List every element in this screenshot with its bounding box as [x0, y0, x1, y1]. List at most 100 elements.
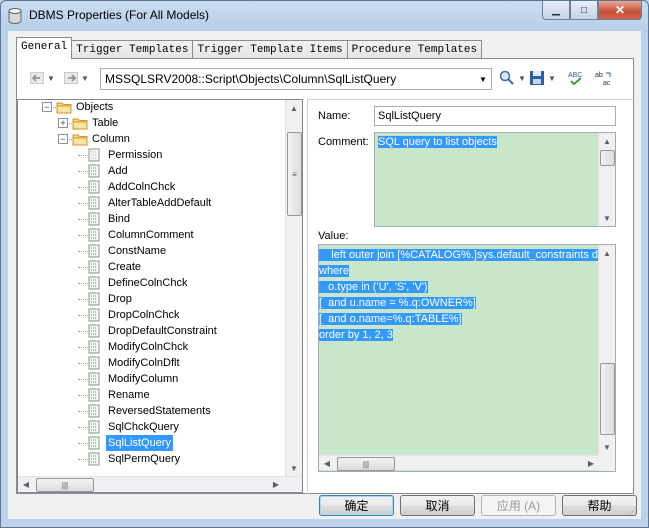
name-field[interactable]: SqlListQuery: [374, 106, 616, 126]
tree-vertical-scrollbar[interactable]: ▲ ≡ ▼: [285, 100, 302, 476]
tree-item-node[interactable]: Bind: [18, 211, 286, 227]
save-dropdown-icon[interactable]: ▼: [548, 74, 556, 83]
scroll-right-icon[interactable]: ▶: [583, 456, 599, 470]
scroll-up-icon[interactable]: ▲: [599, 245, 615, 261]
tree-item-node[interactable]: ColumnComment: [18, 227, 286, 243]
scroll-down-icon[interactable]: ▼: [599, 210, 615, 226]
close-icon: ✕: [614, 3, 626, 17]
tree-horizontal-scrollbar[interactable]: ◀ ||| ▶: [18, 476, 302, 492]
scroll-right-icon[interactable]: ▶: [268, 477, 284, 491]
tree-connector-line: [78, 267, 88, 268]
tree-scroll-thumb[interactable]: ≡: [287, 132, 302, 216]
scroll-left-icon[interactable]: ◀: [18, 477, 34, 491]
tree-node-label: ReversedStatements: [108, 405, 211, 417]
tree-item-node[interactable]: SqlPermQuery: [18, 451, 286, 467]
expand-icon[interactable]: +: [58, 118, 68, 128]
comment-scrollbar[interactable]: ▲ ▼: [598, 133, 615, 226]
tree-item-node[interactable]: ModifyColnDflt: [18, 355, 286, 371]
tree-folder-node[interactable]: − Column: [18, 131, 286, 147]
tree-node-label: DefineColnChck: [108, 277, 188, 289]
comment-scroll-thumb[interactable]: [600, 150, 615, 166]
tree-item-node[interactable]: SqlListQuery: [18, 435, 286, 451]
tree-item-node[interactable]: Rename: [18, 387, 286, 403]
tree-connector-line: [78, 395, 88, 396]
object-tree[interactable]: − Objects + Table − Column Permission Add AddCol…: [17, 99, 303, 493]
tree-item-node[interactable]: ReversedStatements: [18, 403, 286, 419]
value-hscroll-thumb[interactable]: |||: [337, 457, 395, 471]
find-dropdown-icon[interactable]: ▼: [518, 74, 526, 83]
save-icon[interactable]: [529, 70, 545, 86]
collapse-icon[interactable]: −: [58, 134, 68, 144]
tree-hscroll-thumb[interactable]: |||: [36, 478, 94, 492]
tab-procedure-templates[interactable]: Procedure Templates: [346, 40, 483, 59]
forward-arrow-icon[interactable]: [63, 70, 79, 86]
collapse-icon[interactable]: −: [42, 102, 52, 112]
text-template-icon: [88, 180, 100, 194]
tree-node-label: ConstName: [108, 245, 167, 257]
window-title: DBMS Properties (For All Models): [29, 8, 210, 22]
find-icon[interactable]: [499, 70, 515, 86]
tree-item-node[interactable]: Add: [18, 163, 286, 179]
tree-item-node[interactable]: Create: [18, 259, 286, 275]
tree-node-label: ColumnComment: [108, 229, 194, 241]
tree-connector-line: [78, 347, 88, 348]
tree-item-node[interactable]: ModifyColnChck: [18, 339, 286, 355]
chevron-down-icon[interactable]: ▼: [475, 69, 491, 89]
tree-item-node[interactable]: DropColnChck: [18, 307, 286, 323]
comment-textarea[interactable]: SQL query to list objects ▲ ▼: [374, 132, 616, 227]
replace-text-icon[interactable]: ab ac: [595, 70, 615, 86]
text-template-icon: [88, 196, 100, 210]
tree-item-node[interactable]: AddColnChck: [18, 179, 286, 195]
tree-item-node[interactable]: DefineColnChck: [18, 275, 286, 291]
maximize-button[interactable]: □: [570, 1, 598, 20]
text-template-icon: [88, 244, 100, 258]
tree-item-node[interactable]: Drop: [18, 291, 286, 307]
close-button[interactable]: ✕: [598, 1, 642, 20]
tab-trigger-templates[interactable]: Trigger Templates: [71, 40, 194, 59]
tree-connector-line: [78, 251, 88, 252]
tree-connector-line: [78, 235, 88, 236]
scroll-up-icon[interactable]: ▲: [599, 133, 615, 149]
spellcheck-icon[interactable]: ABC: [567, 70, 587, 86]
minimize-button[interactable]: ▁: [542, 1, 570, 20]
tab-general[interactable]: General: [16, 37, 73, 59]
ok-button[interactable]: 确定: [319, 495, 394, 516]
general-tab-panel: ▼ ▼ MSSQLSRV2008::Script\Objects\Column\…: [16, 58, 634, 494]
tree-node-label: AlterTableAddDefault: [108, 197, 212, 209]
tree-item-node[interactable]: DropDefaultConstraint: [18, 323, 286, 339]
tree-connector-line: [78, 443, 88, 444]
forward-dropdown-icon[interactable]: ▼: [81, 74, 89, 83]
tree-item-node[interactable]: SqlChckQuery: [18, 419, 286, 435]
scroll-down-icon[interactable]: ▼: [599, 439, 615, 455]
scroll-left-icon[interactable]: ◀: [319, 456, 335, 470]
scroll-down-icon[interactable]: ▼: [286, 460, 302, 476]
apply-button[interactable]: 应用 (A): [481, 495, 556, 516]
tree-item-node[interactable]: Permission: [18, 147, 286, 163]
value-scroll-thumb[interactable]: [600, 363, 615, 435]
cancel-button[interactable]: 取消: [400, 495, 475, 516]
resize-grip-icon[interactable]: ⋰: [629, 507, 639, 517]
title-bar[interactable]: DBMS Properties (For All Models) ▁ □ ✕: [1, 1, 648, 31]
tree-item-node[interactable]: ConstName: [18, 243, 286, 259]
value-horizontal-scrollbar[interactable]: ◀ ||| ▶: [319, 455, 599, 471]
tab-trigger-template-items[interactable]: Trigger Template Items: [192, 40, 348, 59]
path-combobox[interactable]: MSSQLSRV2008::Script\Objects\Column\SqlL…: [100, 68, 492, 90]
back-dropdown-icon[interactable]: ▼: [47, 74, 55, 83]
tree-item-node[interactable]: ModifyColumn: [18, 371, 286, 387]
tree-node-label: Bind: [108, 213, 131, 225]
value-vertical-scrollbar[interactable]: ▲ ▼: [598, 245, 615, 455]
tree-item-node[interactable]: AlterTableAddDefault: [18, 195, 286, 211]
help-button[interactable]: 帮助: [562, 495, 637, 516]
scroll-up-icon[interactable]: ▲: [286, 100, 302, 116]
value-code-editor[interactable]: left outer join [%CATALOG%.]sys.default_…: [318, 244, 616, 472]
tree-node-label: Table: [92, 117, 119, 129]
tree-folder-node[interactable]: − Objects: [18, 100, 286, 115]
tree-folder-node[interactable]: + Table: [18, 115, 286, 131]
name-value: SqlListQuery: [378, 110, 441, 122]
tree-connector-line: [78, 283, 88, 284]
text-template-icon: [88, 388, 100, 402]
tab-strip: General Trigger Templates Trigger Templa…: [16, 37, 483, 59]
text-template-icon: [88, 164, 100, 178]
dialog-client-area: General Trigger Templates Trigger Templa…: [8, 31, 641, 519]
back-arrow-icon[interactable]: [29, 70, 45, 86]
